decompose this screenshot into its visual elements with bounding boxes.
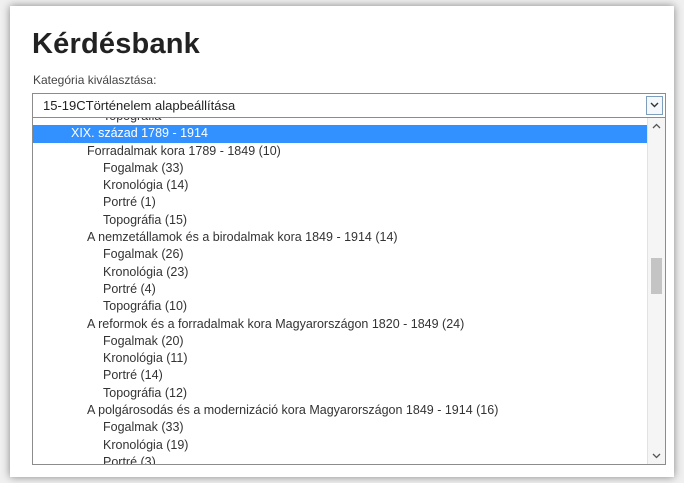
option-item[interactable]: A nemzetállamok és a birodalmak kora 184… — [33, 229, 647, 246]
option-item[interactable]: Kronológia (19) — [33, 437, 647, 454]
scroll-down-button[interactable] — [648, 448, 665, 464]
scrollbar-thumb[interactable] — [651, 258, 662, 294]
option-item[interactable]: Kronológia (11) — [33, 350, 647, 367]
option-item[interactable]: Topográfia (10) — [33, 298, 647, 315]
list-scrollbar[interactable] — [647, 118, 665, 464]
chevron-down-icon — [650, 102, 659, 108]
option-item[interactable]: Kronológia (14) — [33, 177, 647, 194]
option-item[interactable]: Fogalmak (20) — [33, 333, 647, 350]
option-item[interactable]: A reformok és a forradalmak kora Magyaro… — [33, 316, 647, 333]
option-item[interactable]: Portré (3) — [33, 454, 647, 464]
option-item[interactable]: Forradalmak kora 1789 - 1849 (10) — [33, 143, 647, 160]
option-item[interactable]: Topográfia (12) — [33, 385, 647, 402]
chevron-down-icon — [652, 453, 661, 459]
category-options-list[interactable]: TopográfiaXIX. század 1789 - 1914Forrada… — [32, 118, 666, 465]
option-item[interactable]: Fogalmak (26) — [33, 246, 647, 263]
option-item[interactable]: Fogalmak (33) — [33, 160, 647, 177]
option-item[interactable]: Portré (4) — [33, 281, 647, 298]
scroll-up-button[interactable] — [648, 118, 665, 134]
option-item[interactable]: Topográfia (15) — [33, 212, 647, 229]
option-item-selected[interactable]: XIX. század 1789 - 1914 — [33, 125, 647, 143]
option-item[interactable]: Kronológia (23) — [33, 264, 647, 281]
option-item[interactable]: A polgárosodás és a modernizáció kora Ma… — [33, 402, 647, 419]
page-title: Kérdésbank — [32, 28, 201, 60]
category-select[interactable]: 15-19CTörténelem alapbeállítása — [32, 93, 666, 118]
option-item[interactable]: Portré (14) — [33, 367, 647, 384]
question-bank-panel: Kérdésbank Kategória kiválasztása: 15-19… — [10, 6, 674, 477]
chevron-up-icon — [652, 123, 661, 129]
options-container: TopográfiaXIX. század 1789 - 1914Forrada… — [33, 118, 647, 464]
dropdown-toggle-button[interactable] — [646, 96, 663, 115]
category-label: Kategória kiválasztása: — [33, 73, 157, 87]
option-item[interactable]: Portré (1) — [33, 194, 647, 211]
option-item[interactable]: Fogalmak (33) — [33, 419, 647, 436]
option-item[interactable]: Topográfia — [33, 118, 647, 125]
category-select-value: 15-19CTörténelem alapbeállítása — [43, 98, 236, 113]
